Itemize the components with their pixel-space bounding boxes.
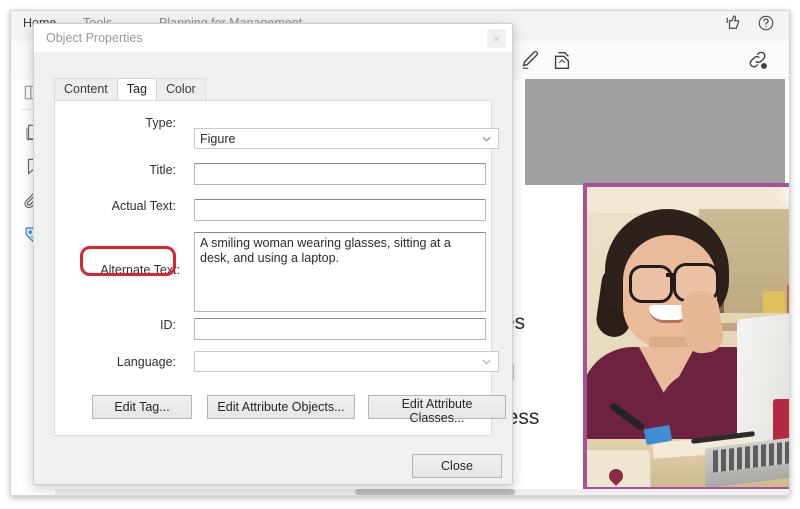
tab-content[interactable]: Content [54, 78, 118, 100]
tab-tag[interactable]: Tag [116, 78, 157, 100]
document-background-area [525, 79, 785, 185]
close-button[interactable]: Close [412, 454, 502, 478]
share-link-icon[interactable] [747, 49, 769, 71]
title-input[interactable] [194, 163, 486, 185]
document-figure-image[interactable] [583, 183, 789, 491]
language-label: Language: [116, 355, 176, 369]
dialog-title: Object Properties [46, 31, 143, 45]
dialog-title-bar[interactable]: Object Properties × [34, 24, 512, 53]
title-label: Title: [149, 163, 176, 177]
scrollbar-thumb[interactable] [355, 489, 515, 495]
object-properties-dialog: Object Properties × Content Tag Color Ty… [33, 23, 513, 485]
dialog-close-icon[interactable]: × [487, 29, 506, 48]
id-input[interactable] [194, 318, 486, 340]
alternate-text-value: A smiling woman wearing glasses, sitting… [200, 236, 451, 265]
edit-attribute-objects-button[interactable]: Edit Attribute Objects... [207, 395, 355, 419]
help-question-icon[interactable] [757, 14, 775, 32]
alternate-text-textarea[interactable]: A smiling woman wearing glasses, sitting… [194, 232, 486, 312]
tab-color[interactable]: Color [155, 78, 206, 100]
type-select-value: Figure [200, 132, 236, 146]
type-select[interactable]: Figure [194, 128, 499, 149]
type-label: Type: [145, 116, 176, 130]
dialog-tab-strip: Content Tag Color [54, 78, 206, 100]
actual-text-label: Actual Text: [111, 199, 176, 213]
id-label: ID: [160, 318, 176, 332]
application-window: Home Tools Planning for Management [10, 10, 790, 496]
language-select[interactable] [194, 351, 499, 372]
edit-tag-button[interactable]: Edit Tag... [92, 395, 192, 419]
alternate-text-label: Alternate Text: [100, 263, 180, 277]
fill-and-sign-icon[interactable] [551, 49, 573, 71]
chevron-down-icon [482, 136, 491, 142]
top-right-icon-group [725, 14, 775, 32]
sign-pen-icon[interactable] [519, 49, 541, 71]
chevron-down-icon [482, 359, 491, 365]
actual-text-input[interactable] [194, 199, 486, 221]
document-horizontal-scrollbar[interactable] [55, 489, 789, 495]
feedback-thumbsup-icon[interactable] [725, 14, 743, 32]
edit-attribute-classes-button[interactable]: Edit Attribute Classes... [368, 395, 506, 425]
